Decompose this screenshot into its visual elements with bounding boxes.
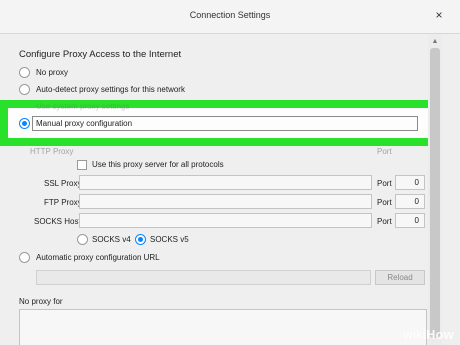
ftp-proxy-input[interactable] (79, 194, 372, 209)
no-proxy-radio[interactable] (19, 67, 30, 78)
manual-proxy-row: Use system proxy settings Manual proxy c… (8, 102, 429, 138)
no-proxy-for-label: No proxy for (19, 297, 63, 306)
no-proxy-label: No proxy (36, 68, 69, 77)
wikihow-watermark: wikiHow (403, 327, 454, 342)
socks-host-input[interactable] (79, 213, 372, 228)
connection-settings-dialog: Connection Settings × Configure Proxy Ac… (0, 0, 460, 345)
socks-v5-radio[interactable] (135, 234, 146, 245)
section-heading: Configure Proxy Access to the Internet (19, 49, 182, 60)
system-proxy-label: Use system proxy settings (36, 102, 130, 111)
window-title: Connection Settings (189, 10, 271, 20)
socks-port-label: Port (377, 217, 392, 226)
auto-detect-label: Auto-detect proxy settings for this netw… (36, 85, 185, 94)
manual-proxy-radio[interactable] (19, 118, 30, 129)
socks-v4-radio[interactable] (77, 234, 88, 245)
reload-button[interactable]: Reload (375, 270, 425, 285)
socks-host-label: SOCKS Host (34, 217, 81, 226)
close-icon[interactable]: × (432, 8, 446, 22)
ssl-port-input[interactable]: 0 (395, 175, 425, 190)
use-for-all-label: Use this proxy server for all protocols (92, 160, 224, 169)
ftp-port-input[interactable]: 0 (395, 194, 425, 209)
titlebar: Connection Settings × (0, 0, 460, 34)
socks-v5-label: SOCKS v5 (150, 235, 189, 244)
ssl-proxy-input[interactable] (79, 175, 372, 190)
auto-config-url-input[interactable] (36, 270, 371, 285)
no-proxy-for-textarea[interactable] (19, 309, 427, 345)
dialog-content: Configure Proxy Access to the Internet N… (0, 34, 437, 345)
ftp-port-label: Port (377, 198, 392, 207)
scroll-thumb[interactable] (430, 48, 440, 338)
use-for-all-checkbox[interactable] (77, 160, 87, 170)
http-port-label: Port (377, 147, 392, 156)
auto-config-url-label: Automatic proxy configuration URL (36, 253, 160, 262)
ftp-proxy-label: FTP Proxy (44, 198, 82, 207)
socks-v4-label: SOCKS v4 (92, 235, 131, 244)
scroll-up-icon[interactable]: ▲ (431, 38, 439, 46)
ssl-proxy-label: SSL Proxy (44, 179, 82, 188)
http-proxy-label: HTTP Proxy (30, 147, 74, 156)
auto-config-url-radio[interactable] (19, 252, 30, 263)
vertical-scrollbar[interactable]: ▲ (428, 34, 442, 345)
ssl-port-label: Port (377, 179, 392, 188)
socks-port-input[interactable]: 0 (395, 213, 425, 228)
manual-proxy-focus-box (32, 116, 418, 131)
manual-proxy-highlight: Use system proxy settings Manual proxy c… (0, 100, 437, 146)
auto-detect-radio[interactable] (19, 84, 30, 95)
